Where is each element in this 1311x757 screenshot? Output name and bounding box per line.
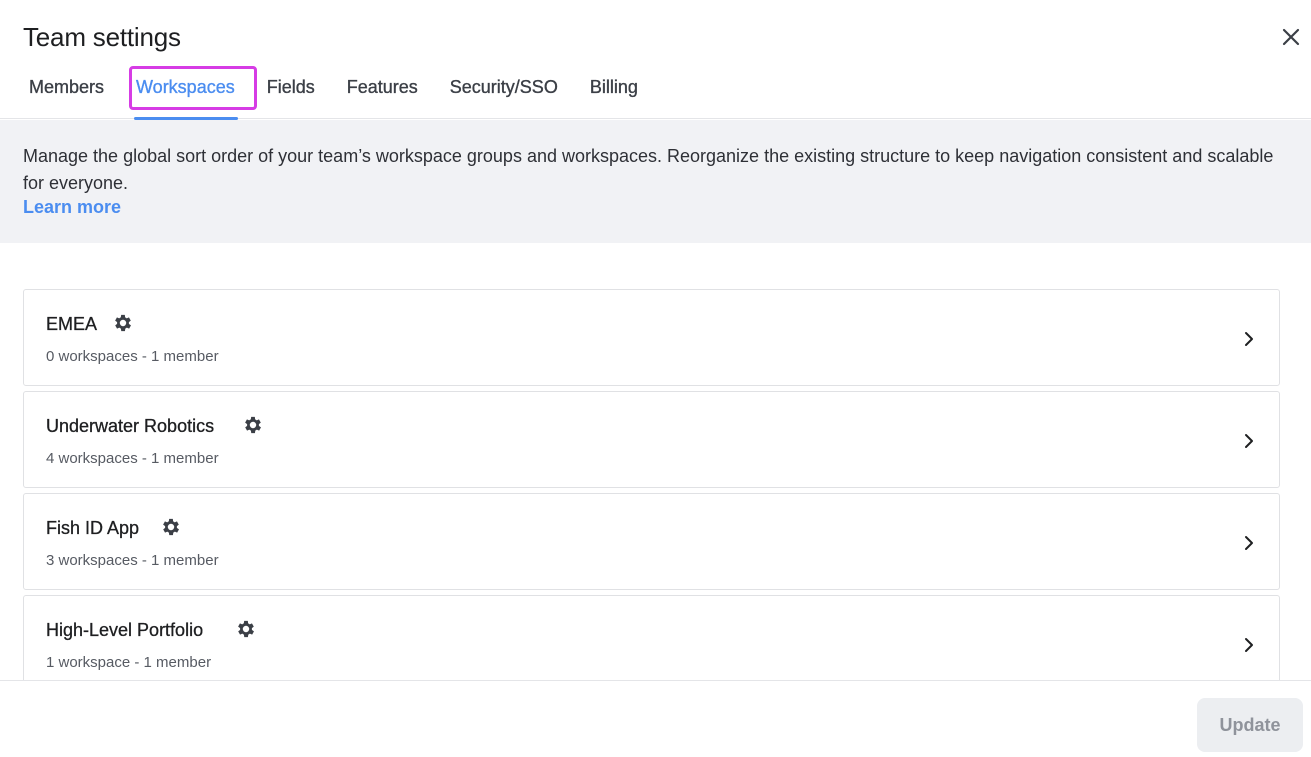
workspace-group-summary: 1 workspace - 1 member (46, 654, 212, 671)
workspace-group-row[interactable]: EMEA 0 workspaces - 1 member (23, 289, 1280, 386)
chevron-right-icon (1237, 633, 1261, 657)
tab-workspaces[interactable]: Workspaces (120, 66, 251, 120)
chevron-right-icon (1237, 327, 1261, 351)
info-description: Manage the global sort order of your tea… (23, 146, 1274, 193)
gear-icon[interactable] (241, 413, 265, 437)
close-button[interactable] (1276, 22, 1306, 52)
workspace-group-row[interactable]: Fish ID App 3 workspaces - 1 member (23, 493, 1280, 590)
workspace-group-summary: 3 workspaces - 1 member (46, 552, 219, 569)
gear-icon[interactable] (159, 515, 183, 539)
tab-label: Fields (266, 77, 315, 97)
tab-features[interactable]: Features (331, 66, 434, 119)
workspace-group-summary: 4 workspaces - 1 member (46, 450, 219, 467)
workspace-group-row[interactable]: Underwater Robotics 4 workspaces - 1 mem… (23, 391, 1280, 488)
gear-icon[interactable] (234, 617, 258, 641)
chevron-right-icon (1237, 531, 1261, 555)
gear-icon[interactable] (111, 311, 135, 335)
tab-label: Security/SSO (449, 77, 558, 97)
page-title: Team settings (23, 22, 181, 52)
workspace-group-name: Fish ID App (46, 518, 140, 538)
tab-label: Features (346, 77, 418, 97)
tab-label: Workspaces (136, 77, 235, 97)
workspace-group-name: EMEA (46, 314, 98, 334)
chevron-right-icon (1237, 429, 1261, 453)
dialog-header: Team settings Members Workspaces Fields … (0, 0, 1311, 120)
tab-billing[interactable]: Billing (574, 66, 654, 119)
tab-security-sso[interactable]: Security/SSO (434, 66, 574, 119)
tab-bar: Members Workspaces Fields Features Secur… (13, 66, 654, 120)
workspace-group-row[interactable]: High-Level Portfolio 1 workspace - 1 mem… (23, 595, 1280, 692)
close-icon (1282, 28, 1300, 46)
dialog-footer: Update (0, 680, 1311, 757)
tab-members[interactable]: Members (13, 66, 120, 119)
workspace-group-summary: 0 workspaces - 1 member (46, 348, 219, 365)
workspace-group-name: Underwater Robotics (46, 416, 215, 436)
learn-more-link[interactable]: Learn more (23, 197, 121, 218)
tab-label: Members (29, 77, 105, 97)
tab-label: Billing (589, 77, 638, 97)
update-button[interactable]: Update (1197, 698, 1303, 752)
tab-fields[interactable]: Fields (251, 66, 331, 119)
workspace-group-name: High-Level Portfolio (46, 620, 204, 640)
info-banner: Manage the global sort order of your tea… (0, 120, 1311, 243)
